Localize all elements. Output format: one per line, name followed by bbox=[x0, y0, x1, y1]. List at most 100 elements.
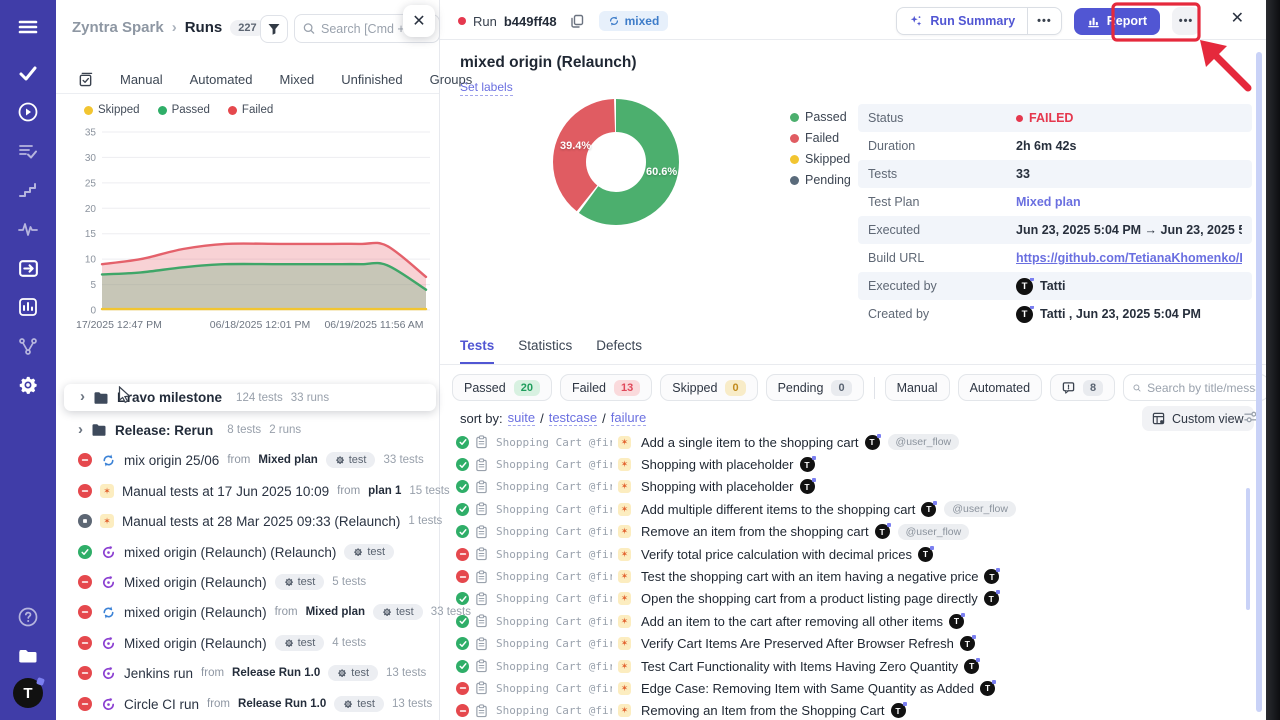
projects-folder-icon[interactable] bbox=[16, 644, 40, 668]
run-row[interactable]: mixed origin (Relaunch)fromMixed plantes… bbox=[56, 600, 440, 624]
tab-groups[interactable]: Groups bbox=[430, 72, 473, 87]
relaunch-icon bbox=[100, 697, 116, 712]
run-row[interactable]: mix origin 25/06fromMixed plantest33 tes… bbox=[56, 448, 440, 472]
test-result-row[interactable]: Shopping Cart @firs...✶Test Cart Functio… bbox=[440, 655, 1252, 677]
breadcrumb-project[interactable]: Zyntra Spark bbox=[72, 19, 164, 36]
test-chip: test bbox=[334, 696, 384, 712]
run-row[interactable]: Jenkins runfromRelease Run 1.0test13 tes… bbox=[56, 661, 440, 685]
legend-dot bbox=[790, 134, 799, 143]
test-result-row[interactable]: Shopping Cart @firs...✶Open the shopping… bbox=[440, 588, 1252, 610]
window-edge bbox=[1266, 0, 1280, 720]
test-chip: test bbox=[326, 452, 376, 468]
detail-tab-statistics[interactable]: Statistics bbox=[518, 338, 572, 362]
expand-chevron-icon[interactable]: › bbox=[80, 389, 85, 404]
sort-testcase-link[interactable]: testcase bbox=[549, 410, 597, 426]
report-button[interactable]: Report bbox=[1074, 8, 1160, 35]
copy-icon[interactable] bbox=[570, 14, 584, 28]
activity-pulse-icon[interactable] bbox=[16, 217, 40, 241]
test-title: Add a single item to the shopping cart bbox=[641, 435, 859, 450]
test-suite-label: Shopping Cart @firs... bbox=[496, 637, 612, 650]
run-type-badge[interactable]: mixed bbox=[599, 11, 669, 31]
run-row[interactable]: ✶Manual tests at 17 Jun 2025 10:09frompl… bbox=[56, 479, 440, 503]
test-title: Add an item to the cart after removing a… bbox=[641, 614, 943, 629]
close-detail-button[interactable]: ✕ bbox=[1231, 11, 1244, 27]
run-row[interactable]: Circle CI runfromRelease Run 1.0test13 t… bbox=[56, 692, 440, 716]
test-result-row[interactable]: Shopping Cart @firs...✶Verify Cart Items… bbox=[440, 633, 1252, 655]
expand-chevron-icon[interactable]: › bbox=[78, 422, 83, 437]
run-status-dot bbox=[458, 17, 466, 25]
comments-chip[interactable]: 8 bbox=[1050, 374, 1115, 401]
test-result-row[interactable]: Shopping Cart @firs...✶Remove an item fr… bbox=[440, 521, 1252, 543]
donut-legend-item: Passed bbox=[790, 110, 851, 124]
test-result-row[interactable]: Shopping Cart @firs...✶Shopping with pla… bbox=[440, 476, 1252, 498]
import-icon[interactable] bbox=[16, 256, 40, 280]
filter-button[interactable] bbox=[260, 15, 288, 43]
menu-icon[interactable] bbox=[16, 15, 40, 39]
avatar: T bbox=[1016, 306, 1033, 323]
detail-row: Test PlanMixed plan bbox=[858, 188, 1252, 216]
milestones-steps-icon[interactable] bbox=[16, 178, 40, 202]
help-icon[interactable] bbox=[16, 605, 40, 629]
tests-search-input[interactable] bbox=[1147, 381, 1259, 395]
detail-tab-defects[interactable]: Defects bbox=[596, 338, 642, 362]
sort-suite-link[interactable]: suite bbox=[508, 410, 535, 426]
test-result-row[interactable]: Shopping Cart @firs...✶Add a single item… bbox=[440, 431, 1252, 453]
more-actions-button[interactable]: ••• bbox=[1172, 7, 1200, 35]
test-result-row[interactable]: Shopping Cart @firs...✶Removing an Item … bbox=[440, 700, 1252, 720]
run-summary-button[interactable]: Run Summary bbox=[897, 8, 1027, 34]
test-result-row[interactable]: Shopping Cart @firs...✶Add an item to th… bbox=[440, 610, 1252, 632]
avatar: T bbox=[949, 614, 964, 629]
test-result-row[interactable]: Shopping Cart @firs...✶Add multiple diff… bbox=[440, 498, 1252, 520]
test-result-row[interactable]: Shopping Cart @firs...✶Test the shopping… bbox=[440, 565, 1252, 587]
automated-spark-icon: ✶ bbox=[618, 592, 631, 605]
runs-panel-header: Zyntra Spark › Runs 227 ✕ bbox=[56, 0, 439, 56]
testcase-icon bbox=[475, 435, 488, 449]
test-chip: test bbox=[275, 574, 325, 590]
testcase-icon bbox=[475, 681, 488, 695]
comment-icon bbox=[1062, 381, 1075, 394]
filter-chip-skipped[interactable]: Skipped0 bbox=[660, 374, 757, 401]
run-group-row[interactable]: ›Release: Rerun8 tests2 runs bbox=[56, 418, 440, 442]
filter-chip-pending[interactable]: Pending0 bbox=[766, 374, 864, 401]
tab-automated[interactable]: Automated bbox=[190, 72, 253, 87]
build-url-link[interactable]: https://github.com/TetianaKhomenko/Load-… bbox=[1016, 251, 1242, 265]
test-suite-label: Shopping Cart @firs... bbox=[496, 480, 612, 493]
test-plan-link[interactable]: Mixed plan bbox=[1016, 195, 1081, 209]
detail-row: Created byTTatti , Jun 23, 2025 5:04 PM bbox=[858, 300, 1252, 328]
batch-select-icon[interactable] bbox=[78, 72, 93, 87]
filter-chip-manual[interactable]: Manual bbox=[885, 374, 950, 401]
runs-play-icon[interactable] bbox=[16, 100, 40, 124]
test-tag: @user_flow bbox=[944, 501, 1016, 517]
test-result-row[interactable]: Shopping Cart @firs...✶Edge Case: Removi… bbox=[440, 677, 1252, 699]
settings-gear-icon[interactable] bbox=[16, 373, 40, 397]
user-avatar[interactable]: T bbox=[13, 678, 43, 708]
tab-mixed[interactable]: Mixed bbox=[280, 72, 315, 87]
tab-manual[interactable]: Manual bbox=[120, 72, 163, 87]
close-panel-button[interactable]: ✕ bbox=[403, 5, 435, 37]
branch-icon[interactable] bbox=[16, 334, 40, 358]
test-result-row[interactable]: Shopping Cart @firs...✶Verify total pric… bbox=[440, 543, 1252, 565]
filter-chip-passed[interactable]: Passed20 bbox=[452, 374, 552, 401]
testcases-check-icon[interactable] bbox=[16, 61, 40, 85]
testcase-icon bbox=[475, 570, 488, 584]
filter-chip-automated[interactable]: Automated bbox=[958, 374, 1042, 401]
list-scrollbar[interactable] bbox=[1246, 488, 1250, 610]
review-list-icon[interactable] bbox=[16, 139, 40, 163]
panel-scrollbar[interactable] bbox=[1256, 52, 1262, 712]
reports-chart-icon[interactable] bbox=[16, 295, 40, 319]
sort-failure-link[interactable]: failure bbox=[611, 410, 646, 426]
custom-view-button[interactable]: Custom view bbox=[1142, 406, 1254, 431]
detail-tab-tests[interactable]: Tests bbox=[460, 338, 494, 364]
run-row[interactable]: ✶Manual tests at 28 Mar 2025 09:33 (Rela… bbox=[56, 509, 440, 533]
tab-unfinished[interactable]: Unfinished bbox=[341, 72, 402, 87]
run-row[interactable]: Mixed origin (Relaunch)test4 tests bbox=[56, 631, 440, 655]
tests-search[interactable] bbox=[1123, 374, 1269, 401]
filter-chip-failed[interactable]: Failed13 bbox=[560, 374, 652, 401]
run-row[interactable]: mixed origin (Relaunch) (Relaunch)test bbox=[56, 540, 440, 564]
breadcrumb: Zyntra Spark › Runs 227 bbox=[72, 19, 265, 36]
test-result-row[interactable]: Shopping Cart @firs...✶Shopping with pla… bbox=[440, 453, 1252, 475]
run-summary-more-button[interactable]: ••• bbox=[1027, 8, 1061, 34]
run-row[interactable]: Mixed origin (Relaunch)test5 tests bbox=[56, 570, 440, 594]
legend-dot bbox=[158, 106, 167, 115]
mixed-cycle-icon bbox=[100, 453, 116, 468]
